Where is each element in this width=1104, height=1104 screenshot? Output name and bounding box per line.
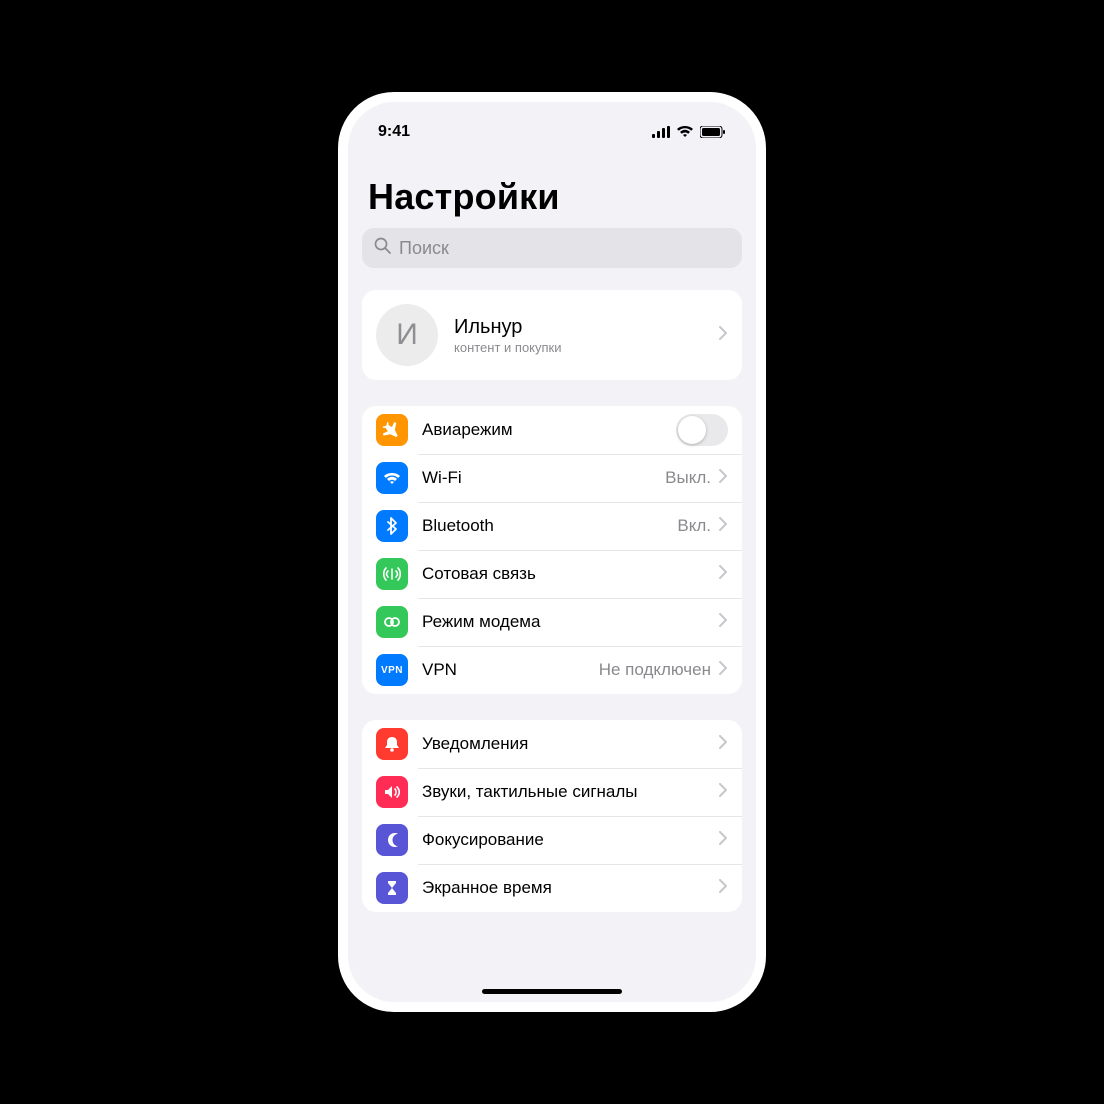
row-value: Не подключен — [599, 660, 711, 680]
profile-subtitle: контент и покупки — [454, 340, 719, 355]
row-label: Звуки, тактильные сигналы — [422, 782, 719, 802]
row-label: Экранное время — [422, 878, 719, 898]
battery-icon — [700, 126, 726, 138]
focus-row[interactable]: Фокусирование — [362, 816, 742, 864]
status-indicators — [652, 126, 726, 138]
profile-text: Ильнур контент и покупки — [454, 316, 719, 355]
chevron-right-icon — [719, 831, 728, 850]
page-title: Настройки — [362, 152, 742, 228]
hourglass-icon — [376, 872, 408, 904]
sounds-row[interactable]: Звуки, тактильные сигналы — [362, 768, 742, 816]
row-label: Авиарежим — [422, 420, 676, 440]
row-label: Режим модема — [422, 612, 719, 632]
cellular-icon — [376, 558, 408, 590]
settings-screen: Настройки И Ильнур контент и покупки — [348, 152, 756, 1002]
connectivity-group: Авиарежим Wi-Fi Выкл. Bluetooth Вкл. — [362, 406, 742, 694]
chevron-right-icon — [719, 469, 728, 488]
chevron-right-icon — [719, 661, 728, 680]
row-label: VPN — [422, 660, 599, 680]
chevron-right-icon — [719, 783, 728, 802]
wifi-status-icon — [676, 126, 694, 138]
status-bar: 9:41 — [348, 102, 756, 152]
row-label: Фокусирование — [422, 830, 719, 850]
avatar: И — [376, 304, 438, 366]
cellular-signal-icon — [652, 126, 670, 138]
notifications-row[interactable]: Уведомления — [362, 720, 742, 768]
speaker-icon — [376, 776, 408, 808]
airplane-mode-row[interactable]: Авиарежим — [362, 406, 742, 454]
row-value: Выкл. — [665, 468, 711, 488]
status-time: 9:41 — [378, 123, 410, 141]
profile-row[interactable]: И Ильнур контент и покупки — [362, 290, 742, 380]
vpn-icon: VPN — [376, 654, 408, 686]
system-group: Уведомления Звуки, тактильные сигналы Фо… — [362, 720, 742, 912]
hotspot-icon — [376, 606, 408, 638]
bell-icon — [376, 728, 408, 760]
home-indicator[interactable] — [482, 989, 622, 994]
row-label: Уведомления — [422, 734, 719, 754]
chevron-right-icon — [719, 735, 728, 754]
profile-name: Ильнур — [454, 316, 719, 338]
chevron-right-icon — [719, 517, 728, 536]
wifi-icon — [376, 462, 408, 494]
vpn-row[interactable]: VPN VPN Не подключен — [362, 646, 742, 694]
search-input[interactable] — [399, 238, 730, 259]
row-label: Bluetooth — [422, 516, 677, 536]
profile-group: И Ильнур контент и покупки — [362, 290, 742, 380]
chevron-right-icon — [719, 565, 728, 584]
moon-icon — [376, 824, 408, 856]
bluetooth-icon — [376, 510, 408, 542]
search-field[interactable] — [362, 228, 742, 268]
airplane-toggle[interactable] — [676, 414, 728, 446]
airplane-icon — [376, 414, 408, 446]
search-icon — [374, 237, 391, 259]
chevron-right-icon — [719, 879, 728, 898]
cellular-row[interactable]: Сотовая связь — [362, 550, 742, 598]
wifi-row[interactable]: Wi-Fi Выкл. — [362, 454, 742, 502]
screentime-row[interactable]: Экранное время — [362, 864, 742, 912]
row-value: Вкл. — [677, 516, 711, 536]
bluetooth-row[interactable]: Bluetooth Вкл. — [362, 502, 742, 550]
hotspot-row[interactable]: Режим модема — [362, 598, 742, 646]
chevron-right-icon — [719, 613, 728, 632]
phone-frame: 9:41 Настройки И Ильнур — [338, 92, 766, 1012]
row-label: Сотовая связь — [422, 564, 719, 584]
chevron-right-icon — [719, 326, 728, 345]
row-label: Wi-Fi — [422, 468, 665, 488]
